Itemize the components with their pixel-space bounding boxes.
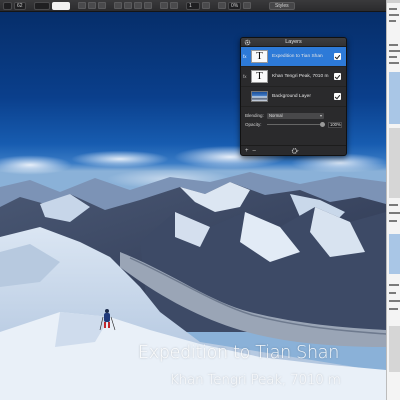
italic-button[interactable] [88,2,96,9]
case-button[interactable] [243,2,251,9]
text-line [389,220,397,222]
text-line [389,292,396,294]
layer-name[interactable]: Khan Tengri Peak, 7010 m [272,74,334,79]
fx-indicator[interactable]: fx [241,74,250,79]
layer-row-expedition-title[interactable]: fx T Expedition to Tian Shan [241,47,346,67]
underline-button[interactable] [98,2,106,9]
text-layer-thumbnail-icon: T [251,70,268,83]
text-line [389,56,397,58]
image-layer-thumbnail-icon [251,91,268,102]
align-justify-button[interactable] [144,2,152,9]
app-window: 62 1 0% Styles Expedition to Tian Shan K… [0,0,400,400]
text-color-swatch[interactable] [52,1,70,10]
layers-panel: Layers fx T Expedition to Tian Shan fx T… [240,37,347,156]
align-right-button[interactable] [134,2,142,9]
adjacent-window-edge [386,0,400,400]
blending-row: Blending: Normal [245,111,342,120]
indent-button[interactable] [170,2,178,9]
layer-row-background[interactable]: Background Layer [241,87,346,107]
text-line [389,62,399,64]
text-line [389,300,400,302]
font-family-field[interactable] [3,1,12,10]
styles-button[interactable]: Styles [269,1,295,10]
embedded-image-thumbnail [389,128,400,198]
expedition-title-text[interactable]: Expedition to Tian Shan [138,343,378,363]
layer-options: Blending: Normal Opacity: 100% [241,107,346,129]
layer-name[interactable]: Background Layer [272,94,334,99]
text-line [389,204,398,206]
align-left-button[interactable] [114,2,122,9]
text-layer-thumbnail-icon: T [251,50,268,63]
embedded-image-thumbnail [389,72,400,124]
opacity-slider[interactable] [267,122,325,127]
text-line [389,14,399,16]
font-size-field[interactable]: 62 [14,1,26,10]
text-line [389,8,397,10]
layer-actions-gear-icon[interactable] [291,147,299,155]
align-center-button[interactable] [124,2,132,9]
opacity-field[interactable]: 100% [328,121,342,128]
text-line [389,20,396,22]
layer-name[interactable]: Expedition to Tian Shan [272,54,334,59]
opacity-slider-knob[interactable] [320,122,325,127]
text-toolbar: 62 1 0% Styles [0,0,386,12]
baseline-button[interactable] [218,2,226,9]
layers-panel-header: Layers [241,38,346,47]
blending-label: Blending: [245,113,264,118]
visibility-checkbox[interactable] [334,53,341,60]
line-height-field[interactable]: 1 [186,1,200,10]
blending-mode-select[interactable]: Normal [267,112,324,119]
list-button[interactable] [160,2,168,9]
remove-layer-button[interactable]: – [253,148,256,154]
text-line [389,284,399,286]
add-layer-button[interactable]: + [245,148,249,154]
tracking-field[interactable]: 0% [228,1,241,10]
text-line [389,50,400,52]
text-line [389,212,400,214]
text-line [389,308,398,310]
visibility-checkbox[interactable] [334,73,341,80]
line-spacing-button[interactable] [202,2,210,9]
font-style-field[interactable] [34,1,50,10]
gear-icon[interactable] [244,39,251,46]
fx-indicator[interactable]: fx [241,54,250,59]
bold-button[interactable] [78,2,86,9]
layer-row-peak-subtitle[interactable]: fx T Khan Tengri Peak, 7010 m [241,67,346,87]
opacity-label: Opacity: [245,122,262,127]
layers-panel-title: Layers [285,39,302,45]
opacity-row: Opacity: 100% [245,120,342,129]
adjacent-window-titlebar [387,0,400,3]
text-line [389,44,398,46]
embedded-image-thumbnail [389,234,400,274]
layers-panel-footer: + – [241,145,346,155]
visibility-checkbox[interactable] [334,93,341,100]
embedded-image-thumbnail [389,326,400,372]
peak-subtitle-text[interactable]: Khan Tengri Peak, 7010 m [170,372,380,388]
